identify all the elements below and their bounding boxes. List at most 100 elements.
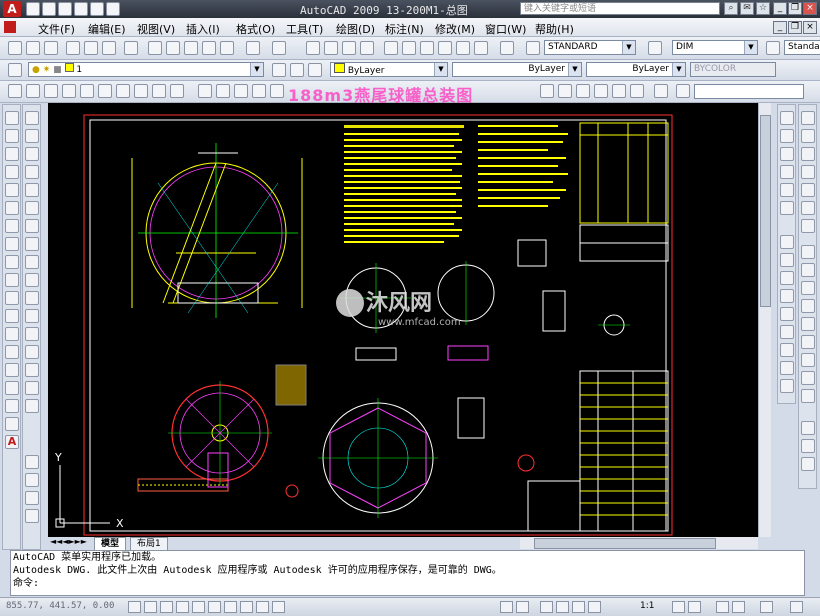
trim-icon[interactable] (25, 273, 39, 287)
jogged-icon[interactable] (801, 219, 815, 233)
osnap-perpendicular-icon[interactable] (780, 343, 794, 357)
dimension-break-icon[interactable] (801, 353, 815, 367)
publish-icon[interactable] (102, 41, 116, 55)
region-icon[interactable] (5, 399, 19, 413)
annotation-scale[interactable]: 1:1 (640, 601, 654, 611)
layout-space-icon[interactable] (516, 601, 529, 613)
annotation-visibility-icon[interactable] (672, 601, 685, 613)
restore-button[interactable]: ❐ (788, 2, 802, 15)
offset-icon[interactable] (25, 165, 39, 179)
osnap-tangent-icon[interactable] (780, 325, 794, 339)
presspull-icon[interactable] (198, 84, 212, 98)
edit-spline-icon[interactable] (780, 183, 794, 197)
array-icon[interactable] (25, 183, 39, 197)
osnap-node-icon[interactable] (780, 361, 794, 375)
coordinates-readout[interactable]: 855.77, 441.57, 0.00 (6, 601, 114, 611)
tab-nav-arrows[interactable]: ◄◄◄►►► (50, 537, 87, 546)
match-properties-icon[interactable] (202, 41, 216, 55)
orbit-icon[interactable] (25, 491, 39, 505)
zoom-status-icon[interactable] (556, 601, 569, 613)
mirror-icon[interactable] (25, 147, 39, 161)
menu-dimension[interactable]: 标注(N) (385, 21, 424, 37)
sheet-set-icon[interactable] (438, 41, 452, 55)
cone-icon[interactable] (26, 84, 40, 98)
ortho-toggle-icon[interactable] (160, 601, 173, 613)
revision-cloud-icon[interactable] (5, 237, 19, 251)
pan-hand-icon[interactable] (25, 473, 39, 487)
revolve-icon[interactable] (234, 84, 248, 98)
dyn-toggle-icon[interactable] (240, 601, 253, 613)
osnap-toggle-icon[interactable] (192, 601, 205, 613)
fillet-icon[interactable] (25, 381, 39, 395)
rectangle-icon[interactable] (5, 183, 19, 197)
paint-brush-icon[interactable] (801, 111, 815, 125)
diameter-icon[interactable] (801, 245, 815, 259)
design-center-icon[interactable] (402, 41, 416, 55)
status-menu-icon[interactable] (760, 601, 773, 613)
print-icon[interactable] (74, 2, 88, 16)
horizontal-scrollbar[interactable] (520, 537, 758, 549)
insert-block-icon[interactable] (5, 309, 19, 323)
stretch-icon[interactable] (25, 255, 39, 269)
box-icon[interactable] (62, 84, 76, 98)
osnap-quadrant-icon[interactable] (780, 307, 794, 321)
osnap-midpoint-icon[interactable] (780, 253, 794, 267)
make-block-icon[interactable] (5, 327, 19, 341)
menu-view[interactable]: 视图(V) (137, 21, 175, 37)
text-style-icon[interactable] (526, 41, 540, 55)
markup-icon[interactable] (456, 41, 470, 55)
ellipse-arc-icon[interactable] (5, 291, 19, 305)
tolerance-icon[interactable] (801, 371, 815, 385)
ducs-toggle-icon[interactable] (224, 601, 237, 613)
lock-icon[interactable] (732, 601, 745, 613)
menu-insert[interactable]: 插入(I) (186, 21, 220, 37)
edit-attribute-icon[interactable] (780, 201, 794, 215)
layer-manager-icon[interactable] (8, 63, 22, 77)
3d-mirror-icon[interactable] (612, 84, 626, 98)
menu-edit[interactable]: 编辑(E) (88, 21, 126, 37)
doc-close-button[interactable]: × (803, 21, 817, 34)
construction-line-icon[interactable] (5, 129, 19, 143)
layer-previous-icon[interactable] (290, 63, 304, 77)
horizontal-scroll-thumb[interactable] (534, 538, 716, 549)
doc-minimize-button[interactable]: _ (773, 21, 787, 34)
document-icon[interactable] (4, 21, 16, 33)
minimize-button[interactable]: _ (773, 2, 787, 15)
menu-tools[interactable]: 工具(T) (286, 21, 323, 37)
undo-icon[interactable] (246, 41, 260, 55)
angular-icon[interactable] (801, 263, 815, 277)
torus-icon[interactable] (98, 84, 112, 98)
new-icon[interactable] (26, 2, 40, 16)
layer-states-icon[interactable] (308, 63, 322, 77)
join-icon[interactable] (25, 345, 39, 359)
extrude-icon[interactable] (170, 84, 184, 98)
hatch-icon[interactable] (5, 363, 19, 377)
explode-icon[interactable] (25, 399, 39, 413)
table-icon[interactable] (5, 417, 19, 431)
edit-hatch-icon[interactable] (780, 147, 794, 161)
continue-icon[interactable] (801, 317, 815, 331)
plot-icon[interactable] (66, 41, 80, 55)
lineweight-select[interactable]: ByLayer ▼ (586, 62, 686, 77)
dim-style-icon[interactable] (648, 41, 662, 55)
drawing-canvas[interactable]: 沐风网 www.mfcad.com Y X (48, 103, 758, 537)
ellipse-icon[interactable] (5, 273, 19, 287)
showmotion-icon[interactable] (588, 601, 601, 613)
auto-scale-icon[interactable] (688, 601, 701, 613)
menu-help[interactable]: 帮助(H) (535, 21, 574, 37)
close-button[interactable]: × (803, 2, 817, 15)
menu-file[interactable]: 文件(F) (38, 21, 75, 37)
redo-icon[interactable] (106, 2, 120, 16)
slice-icon[interactable] (630, 84, 644, 98)
layer-select[interactable]: ● ✷ ■ 1 ▼ (28, 62, 264, 77)
quickcalc-icon[interactable] (474, 41, 488, 55)
polygon-icon[interactable] (5, 165, 19, 179)
redo-icon[interactable] (272, 41, 286, 55)
inspection-icon[interactable] (801, 421, 815, 435)
make-object-layer-current-icon[interactable] (272, 63, 286, 77)
pyramid-icon[interactable] (116, 84, 130, 98)
tool-palettes-icon[interactable] (420, 41, 434, 55)
search-icon[interactable]: ⌕ (724, 2, 738, 15)
vertical-scrollbar[interactable] (758, 103, 771, 537)
plot-style-select[interactable]: BYCOLOR (690, 62, 776, 77)
